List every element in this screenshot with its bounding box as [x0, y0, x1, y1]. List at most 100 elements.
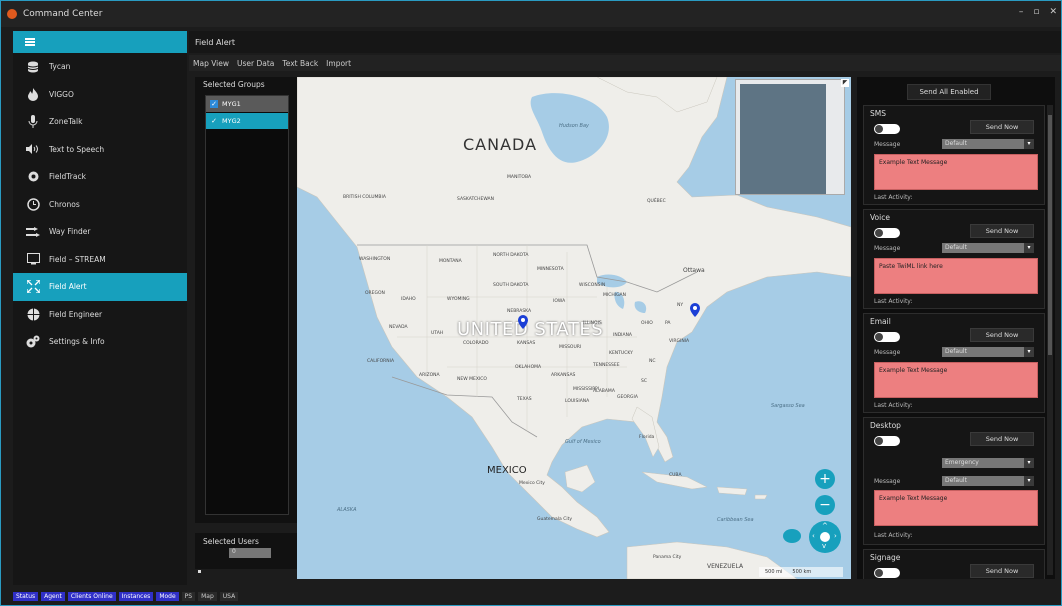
status-tag[interactable]: Status	[13, 591, 39, 601]
desktop-send-now-button[interactable]: Send Now	[970, 432, 1034, 446]
chevron-down-icon[interactable]: ▾	[1024, 458, 1034, 468]
email-message-input[interactable]: Example Text Message	[874, 362, 1038, 398]
chevron-down-icon[interactable]: ▾	[1024, 243, 1034, 253]
sidebar: Tycan VIGGO ZoneTalk Text to Speech Fiel…	[13, 31, 187, 585]
pan-right-icon[interactable]: ›	[834, 532, 837, 540]
desktop-priority-select[interactable]: Emergency ▾	[942, 458, 1034, 468]
map-label-wisconsin: WISCONSIN	[579, 283, 606, 288]
sidebar-item-label: Text to Speech	[49, 144, 105, 154]
status-tag[interactable]: Agent	[41, 591, 65, 601]
page-title: Field Alert	[189, 31, 1061, 53]
chevron-down-icon[interactable]: ▾	[1024, 139, 1034, 149]
voice-template-select[interactable]: Default ▾	[942, 243, 1034, 253]
sms-send-now-button[interactable]: Send Now	[970, 120, 1034, 134]
last-activity: Last Activity:	[874, 402, 913, 409]
route-icon	[25, 225, 41, 239]
checkbox-checked-icon[interactable]: ✓	[210, 100, 218, 108]
send-all-enabled-button[interactable]: Send All Enabled	[907, 84, 991, 100]
map-label-gulf: Gulf of Mexico	[565, 439, 601, 445]
group-item[interactable]: ✓ MYG2	[206, 113, 288, 129]
message-label: Message	[874, 478, 901, 485]
tab-map-view[interactable]: Map View	[193, 59, 229, 68]
email-template-select[interactable]: Default ▾	[942, 347, 1034, 357]
map-label-sc: SC	[641, 379, 647, 384]
alerts-panel: Send All Enabled SMS Send Now Message De…	[857, 77, 1055, 579]
sidebar-item-way-finder[interactable]: Way Finder	[13, 218, 187, 246]
sidebar-item-zonetalk[interactable]: ZoneTalk	[13, 108, 187, 136]
map-label-iowa: IOWA	[553, 299, 566, 304]
minimize-icon[interactable]: –	[1019, 7, 1024, 17]
map-label-louisiana: LOUISIANA	[565, 399, 590, 404]
status-text: USA	[219, 591, 239, 601]
sidebar-item-fieldtrack[interactable]: FieldTrack	[13, 163, 187, 191]
checkbox-checked-icon[interactable]: ✓	[210, 117, 218, 125]
status-tag[interactable]: Clients Online	[67, 591, 116, 601]
map-label-venezuela: VENEZUELA	[707, 563, 744, 570]
app-window: Command Center – ▫ ✕ Tycan VIGGO ZoneTal…	[0, 0, 1062, 606]
pan-control[interactable]: ^ ‹ › v	[809, 521, 841, 553]
sidebar-item-field-stream[interactable]: Field – STREAM	[13, 246, 187, 274]
signage-send-now-button[interactable]: Send Now	[970, 564, 1034, 578]
map-label-mexico-city: Mexico City	[519, 481, 545, 486]
map-pin-icon[interactable]	[517, 315, 529, 329]
group-item[interactable]: ✓ MYG1	[206, 96, 288, 112]
pan-left-icon[interactable]: ‹	[812, 532, 815, 540]
scroll-indicator	[198, 570, 201, 573]
sms-message-input[interactable]: Example Text Message	[874, 154, 1038, 190]
voice-send-now-button[interactable]: Send Now	[970, 224, 1034, 238]
email-toggle[interactable]	[874, 332, 900, 342]
alerts-scrollbar[interactable]	[1047, 105, 1053, 575]
tab-user-data[interactable]: User Data	[237, 59, 274, 68]
map-scale: 500 mi 500 km	[759, 567, 843, 577]
sms-template-select[interactable]: Default ▾	[942, 139, 1034, 149]
chevron-down-icon[interactable]: ▾	[1024, 347, 1034, 357]
map-label-bc: BRITISH COLUMBIA	[343, 195, 386, 200]
minimap-collapse-icon[interactable]: ◤	[841, 79, 849, 87]
selected-users-count[interactable]: 0	[229, 548, 271, 558]
pan-down-icon[interactable]: v	[822, 542, 826, 550]
map-label-texas: TEXAS	[517, 397, 532, 402]
sidebar-menu-toggle[interactable]	[13, 31, 187, 53]
pan-up-icon[interactable]: ^	[822, 522, 828, 530]
sidebar-item-chronos[interactable]: Chronos	[13, 191, 187, 219]
email-send-now-button[interactable]: Send Now	[970, 328, 1034, 342]
minimap-map	[740, 84, 826, 194]
maximize-icon[interactable]: ▫	[1033, 7, 1039, 17]
status-tag[interactable]: Instances	[118, 591, 154, 601]
sidebar-item-label: Field Engineer	[49, 309, 103, 319]
chevron-down-icon[interactable]: ▾	[1024, 476, 1034, 486]
voice-toggle[interactable]	[874, 228, 900, 238]
overview-minimap[interactable]	[735, 79, 845, 195]
zoom-in-button[interactable]: +	[815, 469, 835, 489]
map-label-georgia: GEORGIA	[617, 395, 638, 400]
select-value: Emergency	[945, 459, 979, 466]
layers-toggle-button[interactable]	[783, 529, 801, 543]
voice-message-input[interactable]: Paste TwiML link here	[874, 258, 1038, 294]
signage-toggle[interactable]	[874, 568, 900, 578]
sms-toggle[interactable]	[874, 124, 900, 134]
status-tag[interactable]: Mode	[156, 591, 179, 601]
desktop-message-input[interactable]: Example Text Message	[874, 490, 1038, 526]
tab-import[interactable]: Import	[326, 59, 351, 68]
sidebar-item-text-to-speech[interactable]: Text to Speech	[13, 136, 187, 164]
sidebar-item-viggo[interactable]: VIGGO	[13, 81, 187, 109]
map-label-montana: MONTANA	[439, 259, 462, 264]
scroll-thumb[interactable]	[1048, 115, 1052, 355]
sidebar-item-field-engineer[interactable]: Field Engineer	[13, 301, 187, 329]
desktop-template-select[interactable]: Default ▾	[942, 476, 1034, 486]
sidebar-item-tycan[interactable]: Tycan	[13, 53, 187, 81]
hamburger-icon[interactable]	[25, 38, 35, 46]
sidebar-item-label: Field – STREAM	[49, 254, 106, 264]
sidebar-item-field-alert[interactable]: Field Alert	[13, 273, 187, 301]
pan-center-icon[interactable]	[820, 532, 830, 542]
map-view[interactable]: CANADA UNITED STATES MEXICO ALASKA MANIT…	[297, 77, 851, 579]
map-pin-icon[interactable]	[689, 303, 701, 317]
map-label-missouri: MISSOURI	[559, 345, 582, 350]
close-icon[interactable]: ✕	[1049, 7, 1057, 17]
database-icon	[25, 60, 41, 74]
zoom-out-button[interactable]: −	[815, 495, 835, 515]
sidebar-item-settings[interactable]: Settings & Info	[13, 328, 187, 356]
desktop-toggle[interactable]	[874, 436, 900, 446]
map-label-kansas: KANSAS	[517, 341, 536, 346]
tab-text-back[interactable]: Text Back	[282, 59, 318, 68]
